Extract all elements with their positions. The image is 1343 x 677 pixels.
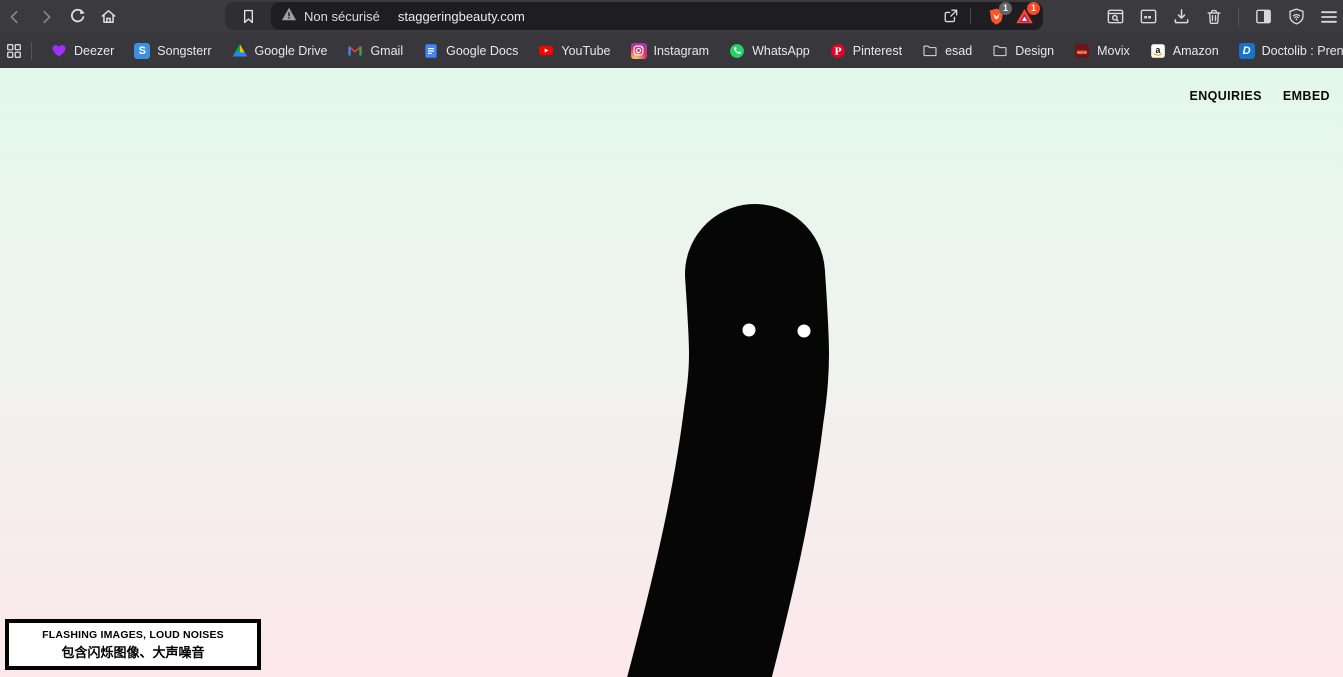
apps-grid-icon[interactable] — [5, 40, 23, 62]
bookmark-label: Google Drive — [255, 44, 328, 58]
brave-shields-icon[interactable]: 1 — [985, 5, 1007, 27]
browser-toolbar: Non sécurisé staggeringbeauty.com 1 1 — [0, 0, 1343, 33]
bookmarks-bar: Deezer S Songsterr Google Drive Gmail Go… — [0, 33, 1343, 68]
bookmark-label: WhatsApp — [752, 44, 810, 58]
bookmark-whatsapp[interactable]: WhatsApp — [719, 37, 820, 65]
reload-icon[interactable] — [66, 6, 88, 28]
forward-icon[interactable] — [35, 6, 57, 28]
worm-left-eye — [743, 324, 756, 337]
page-content: ENQUIRIES EMBED FLASHING IMAGES, LOUD NO… — [0, 68, 1343, 677]
bookmark-doctolib[interactable]: D Doctolib : Prenez re... — [1229, 37, 1343, 65]
bookmark-esad[interactable]: esad — [912, 37, 982, 65]
bookmark-label: Doctolib : Prenez re... — [1262, 44, 1343, 58]
bookmark-label: Amazon — [1173, 44, 1219, 58]
bookmark-google-drive[interactable]: Google Drive — [222, 37, 338, 65]
bookmark-label: YouTube — [561, 44, 610, 58]
bookmark-deezer[interactable]: Deezer — [41, 37, 124, 65]
page-nav: ENQUIRIES EMBED — [1189, 89, 1330, 103]
warning-line-zh: 包含闪烁图像、大声噪音 — [13, 642, 253, 661]
rewards-badge: 1 — [1027, 2, 1040, 15]
amazon-icon: a — [1150, 43, 1166, 59]
not-secure-warning-icon — [281, 6, 297, 27]
bookmark-youtube[interactable]: YouTube — [528, 37, 620, 65]
embed-link[interactable]: EMBED — [1283, 89, 1330, 103]
nav-button-group — [4, 0, 119, 33]
toolbar-right-group — [1104, 0, 1340, 33]
share-icon[interactable] — [940, 5, 962, 27]
shields-badge: 1 — [999, 2, 1012, 15]
youtube-icon — [538, 43, 554, 59]
enquiries-link[interactable]: ENQUIRIES — [1189, 89, 1261, 103]
deezer-heart-icon — [51, 43, 67, 59]
bookmark-label: Google Docs — [446, 44, 518, 58]
movix-icon: MOVIX — [1074, 43, 1090, 59]
bookmark-songsterr[interactable]: S Songsterr — [124, 37, 221, 65]
google-drive-icon — [232, 43, 248, 59]
brave-rewards-icon[interactable]: 1 — [1013, 5, 1035, 27]
menu-icon[interactable] — [1318, 6, 1340, 28]
bookmark-label: Gmail — [370, 44, 403, 58]
sidebar-toggle-icon[interactable] — [1252, 6, 1274, 28]
songsterr-icon: S — [134, 43, 150, 59]
folder-icon — [922, 43, 938, 59]
bookmark-design[interactable]: Design — [982, 37, 1064, 65]
pinterest-icon: P — [830, 43, 846, 59]
instagram-icon — [631, 43, 647, 59]
bookmark-label: Movix — [1097, 44, 1130, 58]
url-text[interactable]: staggeringbeauty.com — [398, 9, 525, 24]
bookmark-label: Songsterr — [157, 44, 211, 58]
bookmark-label: Deezer — [74, 44, 114, 58]
bookmark-label: Pinterest — [853, 44, 902, 58]
vpn-shield-icon[interactable] — [1285, 6, 1307, 28]
home-icon[interactable] — [97, 6, 119, 28]
flashing-warning-box: FLASHING IMAGES, LOUD NOISES 包含闪烁图像、大声噪音 — [5, 619, 261, 670]
security-label[interactable]: Non sécurisé — [304, 9, 380, 24]
bookmark-label: esad — [945, 44, 972, 58]
bookmark-pinterest[interactable]: P Pinterest — [820, 37, 912, 65]
bookmark-ribbon-icon[interactable] — [225, 2, 271, 30]
doctolib-icon: D — [1239, 43, 1255, 59]
bookmark-label: Instagram — [654, 44, 710, 58]
bookmark-google-docs[interactable]: Google Docs — [413, 37, 528, 65]
downloads-icon[interactable] — [1170, 6, 1192, 28]
omnibox[interactable]: Non sécurisé staggeringbeauty.com 1 1 — [271, 2, 1043, 30]
svg-text:a: a — [1155, 45, 1160, 55]
worm-right-eye — [798, 325, 811, 338]
worm-graphic[interactable] — [0, 68, 1343, 677]
whatsapp-icon — [729, 43, 745, 59]
back-icon[interactable] — [4, 6, 26, 28]
bookmark-movix[interactable]: MOVIX Movix — [1064, 37, 1140, 65]
address-bar[interactable]: Non sécurisé staggeringbeauty.com 1 1 — [225, 2, 1043, 30]
folder-icon — [992, 43, 1008, 59]
bookmark-amazon[interactable]: a Amazon — [1140, 37, 1229, 65]
svg-text:MOVIX: MOVIX — [1078, 50, 1087, 54]
bookmark-gmail[interactable]: Gmail — [337, 37, 413, 65]
google-docs-icon — [423, 43, 439, 59]
svg-text:P: P — [834, 46, 841, 57]
trash-icon[interactable] — [1203, 6, 1225, 28]
warning-line-en: FLASHING IMAGES, LOUD NOISES — [13, 629, 253, 641]
tab-search-icon[interactable] — [1104, 6, 1126, 28]
gmail-icon — [347, 43, 363, 59]
wallet-icon[interactable] — [1137, 6, 1159, 28]
bookmark-instagram[interactable]: Instagram — [621, 37, 720, 65]
bookmark-label: Design — [1015, 44, 1054, 58]
